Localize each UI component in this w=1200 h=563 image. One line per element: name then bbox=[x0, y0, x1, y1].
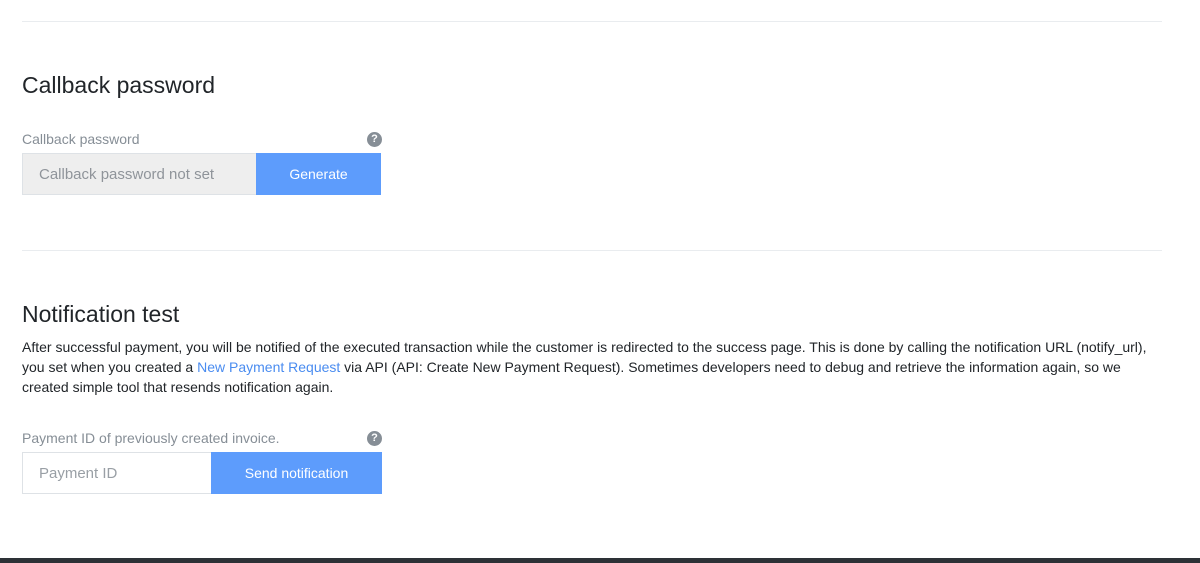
send-notification-button[interactable]: Send notification bbox=[211, 452, 382, 494]
new-payment-request-link[interactable]: New Payment Request bbox=[197, 359, 340, 375]
payment-id-label: Payment ID of previously created invoice… bbox=[22, 430, 280, 446]
callback-section-title: Callback password bbox=[22, 72, 216, 98]
callback-password-input[interactable] bbox=[22, 153, 256, 195]
callback-help-icon[interactable]: ? bbox=[367, 132, 382, 147]
payment-id-group: Send notification bbox=[22, 452, 382, 494]
notification-description: After successful payment, you will be no… bbox=[22, 337, 1162, 397]
settings-page: Callback password Callback password ? Ge… bbox=[0, 0, 1200, 563]
payment-id-input[interactable] bbox=[22, 452, 211, 494]
middle-divider bbox=[22, 250, 1162, 251]
top-divider bbox=[22, 21, 1162, 22]
notification-section-title: Notification test bbox=[22, 301, 180, 327]
payment-id-help-icon[interactable]: ? bbox=[367, 431, 382, 446]
generate-button[interactable]: Generate bbox=[256, 153, 381, 195]
callback-password-label: Callback password bbox=[22, 131, 140, 147]
footer-bar bbox=[0, 558, 1200, 563]
callback-password-group: Generate bbox=[22, 153, 381, 195]
